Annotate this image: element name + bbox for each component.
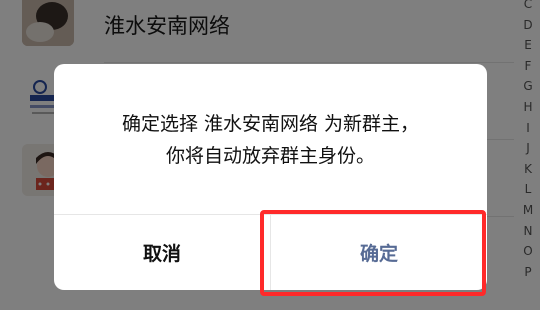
cancel-button[interactable]: 取消	[54, 215, 270, 290]
transfer-owner-dialog: 确定选择 淮水安南网络 为新群主， 你将自动放弃群主身份。 取消 确定	[54, 64, 487, 290]
dialog-message-line2: 你将自动放弃群主身份。	[165, 145, 375, 167]
confirm-button[interactable]: 确定	[271, 215, 487, 290]
dialog-message: 确定选择 淮水安南网络 为新群主， 你将自动放弃群主身份。	[54, 108, 487, 172]
dialog-message-line1: 确定选择 淮水安南网络 为新群主，	[121, 113, 420, 135]
